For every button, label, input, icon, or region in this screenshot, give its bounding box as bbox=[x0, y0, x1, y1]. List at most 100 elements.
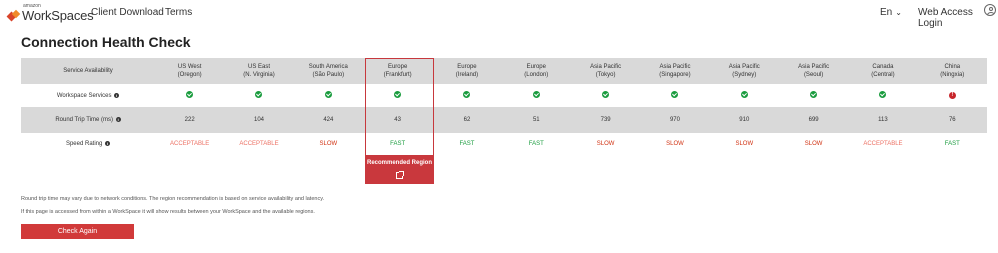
region-location: (Singapore) bbox=[659, 72, 691, 78]
region-header-asia-pacific-tokyo: Asia Pacific (Tokyo) bbox=[571, 58, 640, 84]
workspaces-cube-icon bbox=[6, 9, 21, 22]
speed-rating-cell: ACCEPTABLE bbox=[239, 141, 279, 147]
check-again-button[interactable]: Check Again bbox=[21, 224, 134, 239]
service-status-cell bbox=[224, 84, 293, 107]
speed-rating-cell: ACCEPTABLE bbox=[863, 141, 903, 147]
region-header-south-america-s-o-paulo: South America (São Paulo) bbox=[294, 58, 363, 84]
region-header-europe-london: Europe (London) bbox=[502, 58, 571, 84]
region-header-us-west-oregon: US West (Oregon) bbox=[155, 58, 224, 84]
check-circle-icon bbox=[186, 91, 194, 98]
workspace-services-text: Workspace Services bbox=[56, 92, 112, 99]
speed-rating-text: Speed Rating bbox=[65, 141, 103, 147]
service-availability-header: Service Availability bbox=[63, 68, 113, 74]
check-circle-icon bbox=[671, 91, 679, 98]
rtt-note: Round trip time may vary due to network … bbox=[21, 196, 325, 202]
region-location: (Oregon) bbox=[177, 72, 202, 78]
rtt-cell: 62 bbox=[463, 117, 471, 123]
region-location: (Frankfurt) bbox=[383, 72, 412, 78]
region-header-europe-frankfurt: Europe (Frankfurt) bbox=[363, 58, 432, 84]
region-location: (Ningxia) bbox=[940, 72, 965, 78]
round-trip-time-text: Round Trip Time (ms) bbox=[55, 117, 113, 123]
rtt-cell: 76 bbox=[948, 117, 956, 123]
info-icon[interactable]: i bbox=[115, 117, 121, 122]
user-avatar-icon[interactable] bbox=[984, 4, 996, 16]
region-header-canada-central: Canada (Central) bbox=[848, 58, 917, 84]
check-circle-icon bbox=[740, 91, 748, 98]
rtt-cell: 970 bbox=[669, 117, 680, 123]
region-location: (Tokyo) bbox=[595, 72, 616, 78]
region-name: China bbox=[944, 64, 961, 70]
service-status-cell bbox=[571, 84, 640, 107]
workspaces-logo[interactable]: amazon WorkSpaces bbox=[6, 4, 94, 23]
speed-rating-cell: SLOW bbox=[804, 141, 823, 147]
service-status-cell bbox=[640, 84, 709, 107]
service-status-cell bbox=[848, 84, 917, 107]
info-icon[interactable]: i bbox=[105, 141, 111, 146]
speed-rating-cell: ACCEPTABLE bbox=[170, 141, 210, 147]
region-name: Asia Pacific bbox=[590, 64, 622, 70]
rtt-cell: 424 bbox=[323, 117, 334, 123]
region-location: (London) bbox=[524, 72, 549, 78]
rtt-cell: 43 bbox=[394, 117, 401, 123]
rtt-cell: 910 bbox=[739, 117, 750, 123]
page-title: Connection Health Check bbox=[21, 34, 191, 50]
check-circle-icon bbox=[810, 91, 818, 98]
region-header-asia-pacific-seoul: Asia Pacific (Seoul) bbox=[779, 58, 848, 84]
region-header-us-east-n-virginia: US East (N. Virginia) bbox=[224, 58, 293, 84]
service-status-cell bbox=[294, 84, 363, 107]
recommended-region-label: Recommended Region bbox=[366, 160, 432, 166]
region-location: (Sydney) bbox=[732, 72, 757, 78]
region-location: (São Paulo) bbox=[312, 72, 345, 78]
speed-rating-cell: FAST bbox=[390, 141, 406, 147]
region-name: US West bbox=[177, 64, 202, 70]
region-name: Asia Pacific bbox=[798, 64, 830, 70]
error-icon: ! bbox=[948, 92, 956, 99]
region-header-europe-ireland: Europe (Ireland) bbox=[432, 58, 501, 84]
language-selector[interactable]: En ⌄ bbox=[880, 7, 902, 18]
region-location: (Ireland) bbox=[455, 72, 479, 78]
service-status-cell: ! bbox=[918, 84, 987, 107]
speed-rating-row: Speed Rating i ACCEPTABLE ACCEPTABLE SLOW F… bbox=[21, 133, 987, 155]
service-status-cell bbox=[432, 84, 501, 107]
speed-rating-cell: FAST bbox=[528, 141, 544, 147]
rtt-cell: 739 bbox=[600, 117, 611, 123]
check-circle-icon bbox=[324, 91, 332, 98]
speed-rating-cell: SLOW bbox=[735, 141, 754, 147]
service-status-cell bbox=[502, 84, 571, 107]
rtt-cell: 222 bbox=[184, 117, 195, 123]
speed-rating-cell: SLOW bbox=[319, 141, 338, 147]
service-status-cell bbox=[363, 84, 432, 107]
rtt-cell: 104 bbox=[253, 117, 264, 123]
region-name: Europe bbox=[526, 64, 546, 70]
logo-product-name: WorkSpaces bbox=[22, 8, 94, 23]
table-header-row: Service Availability US West (Oregon) US E… bbox=[21, 58, 987, 84]
region-name: South America bbox=[308, 64, 348, 70]
speed-rating-cell: FAST bbox=[459, 141, 475, 147]
check-circle-icon bbox=[532, 91, 540, 98]
region-name: Canada bbox=[872, 64, 894, 70]
info-icon[interactable]: i bbox=[114, 92, 120, 98]
region-header-asia-pacific-sydney: Asia Pacific (Sydney) bbox=[710, 58, 779, 84]
region-name: Europe bbox=[387, 64, 408, 70]
nav-terms[interactable]: Terms bbox=[165, 7, 192, 18]
language-label: En bbox=[880, 7, 893, 18]
chevron-down-icon: ⌄ bbox=[895, 8, 902, 17]
recommended-region-button[interactable]: Recommended Region bbox=[365, 156, 434, 184]
region-name: Europe bbox=[457, 64, 477, 70]
check-circle-icon bbox=[463, 91, 471, 98]
check-circle-icon bbox=[602, 91, 610, 98]
speed-rating-label: Speed Rating i bbox=[21, 133, 155, 155]
service-status-cell bbox=[779, 84, 848, 107]
check-circle-icon bbox=[255, 91, 263, 98]
region-name: Asia Pacific bbox=[728, 64, 760, 70]
region-location: (Seoul) bbox=[803, 72, 824, 78]
check-circle-icon bbox=[394, 91, 402, 98]
region-name: Asia Pacific bbox=[659, 64, 691, 70]
rtt-cell: 699 bbox=[808, 117, 819, 123]
speed-rating-cell: SLOW bbox=[666, 141, 684, 147]
health-check-table: Service Availability US West (Oregon) US E… bbox=[21, 58, 987, 155]
rtt-cell: 113 bbox=[878, 117, 888, 123]
nav-client-download[interactable]: Client Download bbox=[91, 7, 164, 18]
speed-rating-cell: SLOW bbox=[596, 141, 615, 147]
round-trip-time-label: Round Trip Time (ms) i bbox=[21, 107, 155, 133]
